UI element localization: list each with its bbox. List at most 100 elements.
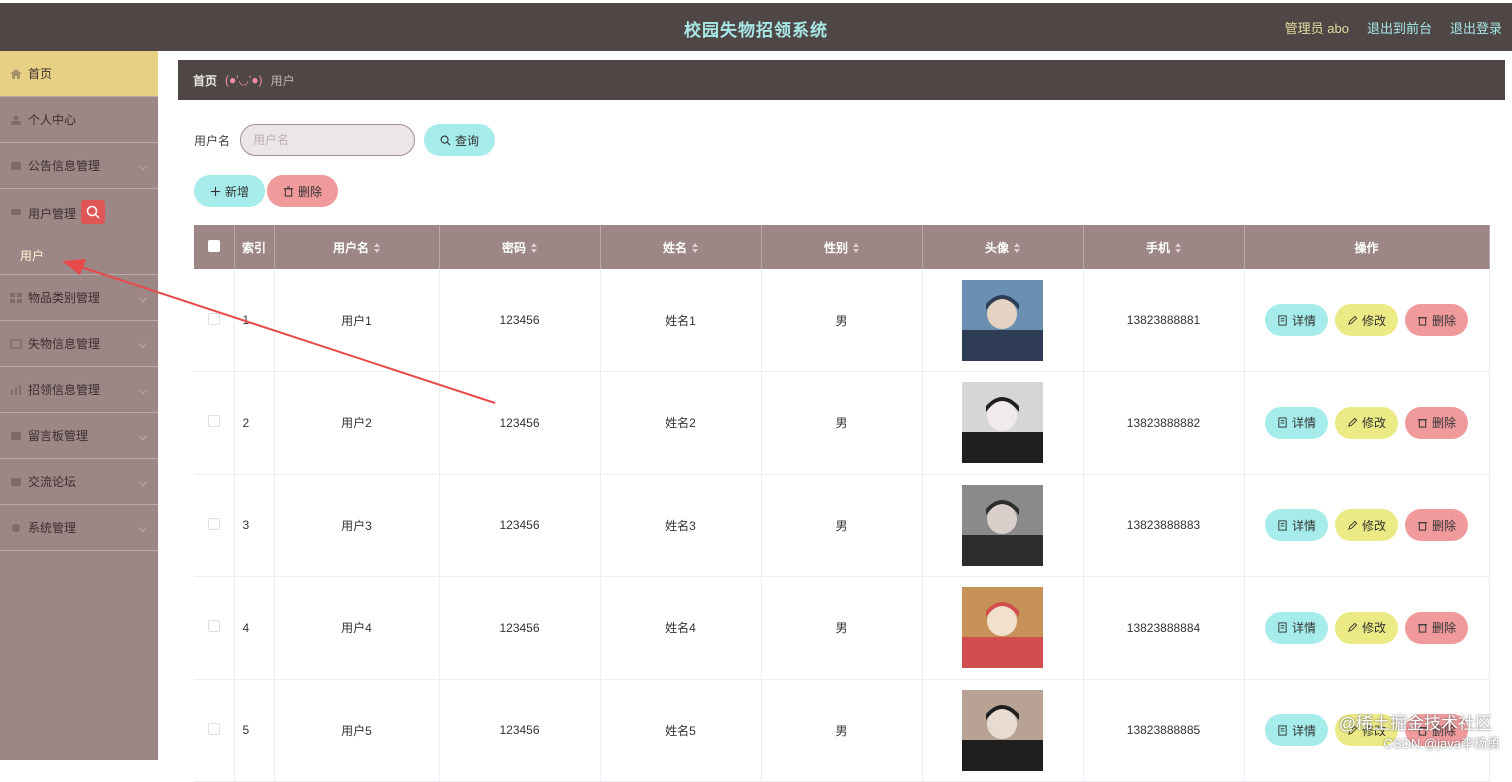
column-header-label: 索引	[242, 241, 266, 255]
name-cell: 姓名1	[600, 269, 761, 372]
sidebar-item-message[interactable]: 留言板管理	[0, 413, 158, 459]
search-input[interactable]	[240, 124, 415, 156]
row-actions: 详情 修改 删除	[1245, 612, 1489, 644]
sort-icon[interactable]	[692, 243, 698, 253]
gender-cell: 男	[761, 679, 922, 782]
row-select-cell	[194, 372, 234, 475]
sort-icon[interactable]	[531, 243, 537, 253]
trash-icon	[283, 186, 294, 197]
trash-icon	[1417, 520, 1428, 531]
sidebar-item-system[interactable]: 系统管理	[0, 505, 158, 551]
row-checkbox[interactable]	[208, 620, 220, 632]
gender-cell: 男	[761, 577, 922, 680]
batch-delete-button[interactable]: 删除	[267, 175, 338, 207]
search-icon	[440, 135, 451, 146]
table-row: 1 用户1 123456 姓名1 男 13823888881 详情 修改	[194, 269, 1489, 372]
add-button[interactable]: 新增	[194, 175, 265, 207]
chevron-down-icon	[139, 478, 147, 486]
watermark-csdn: CSDN @java李杨勇	[1384, 733, 1501, 752]
detail-button-label: 详情	[1292, 619, 1316, 636]
sort-icon[interactable]	[1014, 243, 1020, 253]
column-header-avatar[interactable]: 头像	[922, 225, 1083, 269]
row-checkbox[interactable]	[208, 723, 220, 735]
row-actions: 详情 修改 删除	[1245, 407, 1489, 439]
sidebar-item-forum[interactable]: 交流论坛	[0, 459, 158, 505]
sidebar-item-category[interactable]: 物品类别管理	[0, 275, 158, 321]
phone-cell: 13823888884	[1083, 577, 1244, 680]
avatar-cell	[922, 372, 1083, 475]
edit-icon	[1347, 417, 1358, 428]
sort-icon[interactable]	[374, 243, 380, 253]
sidebar-item-lost[interactable]: 失物信息管理	[0, 321, 158, 367]
detail-button[interactable]: 详情	[1265, 407, 1328, 439]
sidebar-item-claim[interactable]: 招领信息管理	[0, 367, 158, 413]
search-button[interactable]: 查询	[424, 124, 495, 156]
exit-to-front-link[interactable]: 退出到前台	[1367, 18, 1432, 37]
actions-cell: 详情 修改 删除	[1244, 474, 1489, 577]
username-cell: 用户3	[274, 474, 439, 577]
row-checkbox[interactable]	[208, 518, 220, 530]
delete-button[interactable]: 删除	[1405, 407, 1468, 439]
user-icon	[10, 115, 22, 125]
avatar-cell	[922, 679, 1083, 782]
column-header-gender[interactable]: 性别	[761, 225, 922, 269]
delete-button-label: 删除	[1432, 312, 1456, 329]
sidebar-item-profile[interactable]: 个人中心	[0, 97, 158, 143]
row-checkbox[interactable]	[208, 415, 220, 427]
edit-button-label: 修改	[1362, 312, 1386, 329]
breadcrumb-current: 用户	[271, 72, 295, 89]
edit-button-label: 修改	[1362, 414, 1386, 431]
plus-icon	[210, 186, 221, 197]
breadcrumb-home[interactable]: 首页	[193, 72, 217, 89]
delete-button[interactable]: 删除	[1405, 304, 1468, 336]
edit-button[interactable]: 修改	[1335, 304, 1398, 336]
detail-button[interactable]: 详情	[1265, 509, 1328, 541]
sidebar-item-label: 个人中心	[28, 111, 76, 128]
sidebar-item-label: 招领信息管理	[28, 381, 100, 398]
sort-icon[interactable]	[853, 243, 859, 253]
column-header-password[interactable]: 密码	[439, 225, 600, 269]
column-header-username[interactable]: 用户名	[274, 225, 439, 269]
search-label: 用户名	[194, 132, 230, 149]
index-cell: 2	[234, 372, 274, 475]
gender-cell: 男	[761, 372, 922, 475]
password-cell: 123456	[439, 679, 600, 782]
logout-link[interactable]: 退出登录	[1450, 18, 1502, 37]
password-cell: 123456	[439, 577, 600, 680]
column-header-index: 索引	[234, 225, 274, 269]
sidebar-item-notice[interactable]: 公告信息管理	[0, 143, 158, 189]
lost-icon	[10, 339, 22, 349]
search-button-label: 查询	[455, 132, 479, 149]
edit-button[interactable]: 修改	[1335, 612, 1398, 644]
delete-button[interactable]: 删除	[1405, 509, 1468, 541]
chevron-down-icon	[139, 524, 147, 532]
sidebar-item-home[interactable]: 首页	[0, 51, 158, 97]
top-bar: 校园失物招领系统 管理员 abo 退出到前台 退出登录	[0, 0, 1512, 51]
select-all-checkbox[interactable]	[208, 240, 220, 252]
detail-button[interactable]: 详情	[1265, 612, 1328, 644]
search-icon[interactable]	[81, 200, 105, 224]
home-icon	[10, 69, 22, 79]
sidebar-subitem-user[interactable]: 用户	[20, 247, 44, 264]
category-icon	[10, 293, 22, 303]
sidebar-item-users[interactable]: 用户管理 用户	[0, 189, 158, 275]
password-cell: 123456	[439, 269, 600, 372]
detail-button[interactable]: 详情	[1265, 714, 1328, 746]
name-cell: 姓名3	[600, 474, 761, 577]
index-cell: 5	[234, 679, 274, 782]
sort-icon[interactable]	[1175, 243, 1181, 253]
row-checkbox[interactable]	[208, 313, 220, 325]
detail-button-label: 详情	[1292, 722, 1316, 739]
action-bar: 新增 删除	[194, 175, 338, 207]
detail-button[interactable]: 详情	[1265, 304, 1328, 336]
index-cell: 4	[234, 577, 274, 680]
document-icon	[1277, 417, 1288, 428]
column-header-name[interactable]: 姓名	[600, 225, 761, 269]
header-actions: 管理员 abo 退出到前台 退出登录	[1285, 18, 1502, 37]
delete-button[interactable]: 删除	[1405, 612, 1468, 644]
column-header-phone[interactable]: 手机	[1083, 225, 1244, 269]
edit-button[interactable]: 修改	[1335, 509, 1398, 541]
avatar-cell	[922, 269, 1083, 372]
actions-cell: 详情 修改 删除	[1244, 372, 1489, 475]
edit-button[interactable]: 修改	[1335, 407, 1398, 439]
